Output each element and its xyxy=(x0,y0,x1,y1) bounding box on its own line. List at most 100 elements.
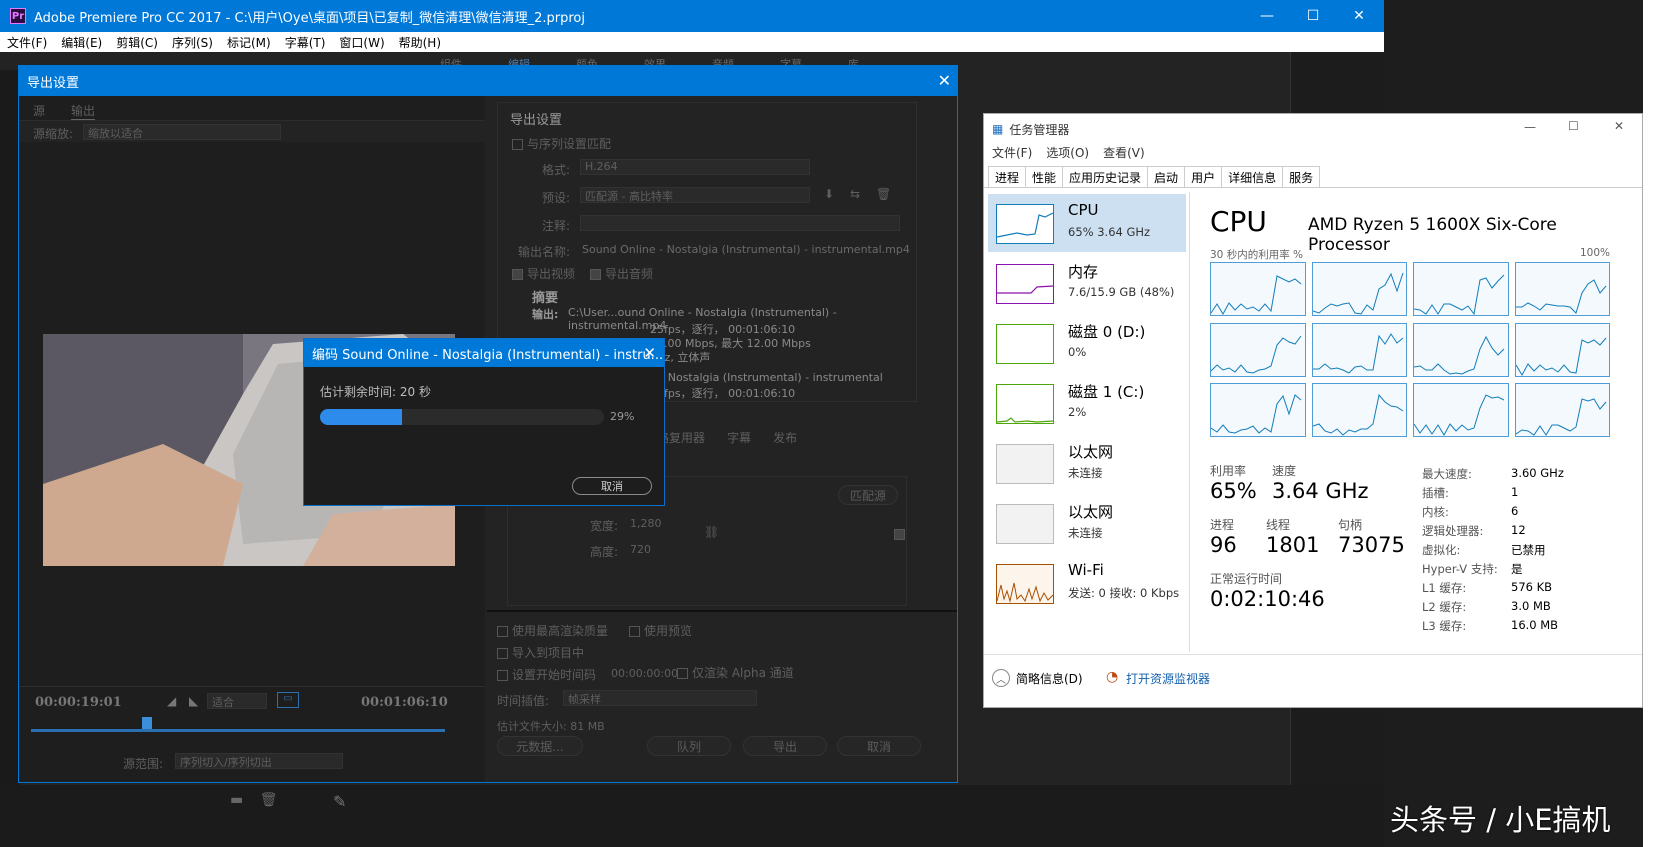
export-video-checkbox[interactable]: 导出视频 xyxy=(512,265,575,282)
menu-file[interactable]: 文件(F) xyxy=(0,34,54,51)
resource-sub: 未连接 xyxy=(1068,466,1103,480)
pen-tool-icon[interactable]: ✎ xyxy=(333,792,346,811)
aspect-correction-icon[interactable]: ▭ xyxy=(277,692,299,708)
current-timecode[interactable]: 00:00:19:01 xyxy=(35,695,122,710)
menu-marker[interactable]: 标记(M) xyxy=(220,34,278,51)
resource-name: CPU xyxy=(1068,201,1099,219)
cancel-button[interactable]: 取消 xyxy=(837,736,921,756)
queue-button[interactable]: 队列 xyxy=(647,736,731,756)
dimensions-checkbox[interactable] xyxy=(894,529,905,540)
core-graph xyxy=(1514,383,1610,438)
save-preset-icon[interactable]: ⬇ xyxy=(824,187,834,201)
tab-publish[interactable]: 发布 xyxy=(773,429,797,446)
processes-label: 进程 xyxy=(1210,518,1235,532)
encoding-progress-dialog: 编码 Sound Online - Nostalgia (Instrumenta… xyxy=(303,338,665,506)
playhead-handle[interactable] xyxy=(141,717,152,729)
source-range-select[interactable]: 序列切入/序列切出 xyxy=(175,753,343,769)
tab-performance[interactable]: 性能 xyxy=(1025,166,1064,187)
scale-row: 源缩放: 缩放以适合 xyxy=(19,120,485,142)
resource-wifi[interactable]: Wi-Fi 发送: 0 接收: 0 Kbps xyxy=(988,554,1186,612)
background-window-edge xyxy=(1643,0,1666,847)
chevron-up-icon[interactable]: ︿ xyxy=(992,669,1010,687)
resource-memory[interactable]: 内存 7.6/15.9 GB (48%) xyxy=(988,254,1186,312)
resource-ethernet[interactable]: 以太网 未连接 xyxy=(988,434,1186,492)
timeline-scrubber[interactable] xyxy=(31,729,445,732)
tab-processes[interactable]: 进程 xyxy=(988,166,1027,187)
trash-icon[interactable]: 🗑 xyxy=(260,792,278,808)
spec-key: Hyper-V 支持: xyxy=(1422,562,1498,576)
menu-help[interactable]: 帮助(H) xyxy=(392,34,448,51)
menu-sequence[interactable]: 序列(S) xyxy=(165,34,220,51)
link-dimensions-icon[interactable]: ⛓ xyxy=(704,525,719,539)
mark-in-icon[interactable]: ◢ xyxy=(167,694,176,708)
render-alpha-only-checkbox[interactable]: 仅渲染 Alpha 通道 xyxy=(677,664,794,681)
source-scale-select[interactable]: 缩放以适合 xyxy=(83,124,281,140)
mark-out-icon[interactable]: ◣ xyxy=(189,694,198,708)
menu-window[interactable]: 窗口(W) xyxy=(332,34,391,51)
maximize-icon[interactable]: ☐ xyxy=(1568,119,1579,133)
core-graph xyxy=(1210,322,1306,377)
preset-select[interactable]: 匹配源 - 高比特率 xyxy=(580,187,810,203)
import-preset-icon[interactable]: ⇆ xyxy=(850,187,860,201)
output-name-link[interactable]: Sound Online - Nostalgia (Instrumental) … xyxy=(582,243,910,256)
tab-captions[interactable]: 字幕 xyxy=(727,429,751,446)
resource-disk-0[interactable]: 磁盘 0 (D:) 0% xyxy=(988,314,1186,372)
maximize-icon[interactable]: ☐ xyxy=(1290,0,1336,32)
encoding-cancel-button[interactable]: 取消 xyxy=(572,477,652,495)
match-sequence-checkbox[interactable]: 与序列设置匹配 xyxy=(512,135,611,152)
menu-view[interactable]: 查看(V) xyxy=(1103,144,1145,164)
close-icon[interactable]: ✕ xyxy=(1336,0,1382,32)
spec-value: 576 KB xyxy=(1511,580,1553,594)
resource-name: 磁盘 0 (D:) xyxy=(1068,323,1146,341)
resource-ethernet[interactable]: 以太网 未连接 xyxy=(988,494,1186,552)
resource-sub: 2% xyxy=(1068,405,1087,419)
menu-clip[interactable]: 剪辑(C) xyxy=(109,34,165,51)
minimize-icon[interactable]: — xyxy=(1524,120,1536,134)
tab-services[interactable]: 服务 xyxy=(1282,166,1321,187)
open-resource-monitor-link[interactable]: 打开资源监视器 xyxy=(1126,670,1210,687)
tab-app-history[interactable]: 应用历史记录 xyxy=(1062,166,1149,187)
export-audio-checkbox[interactable]: 导出音频 xyxy=(590,265,653,282)
fewer-details-link[interactable]: 简略信息(D) xyxy=(1016,670,1083,687)
time-interpolation-label: 时间插值: xyxy=(497,694,550,708)
uptime-stat: 正常运行时间 0:02:10:46 xyxy=(1210,570,1325,611)
match-source-button[interactable]: 匹配源 xyxy=(838,485,898,505)
max-render-quality-checkbox[interactable]: 使用最高渲染质量 xyxy=(497,622,608,639)
format-select[interactable]: H.264 xyxy=(580,159,810,175)
tab-startup[interactable]: 启动 xyxy=(1147,166,1186,187)
delete-preset-icon[interactable]: 🗑 xyxy=(876,187,891,201)
fit-select[interactable]: 适合 xyxy=(207,693,267,709)
export-button[interactable]: 导出 xyxy=(743,736,827,756)
time-interpolation-select[interactable]: 帧采样 xyxy=(563,690,757,706)
start-timecode-value[interactable]: 00:00:00:00 xyxy=(611,667,678,680)
menu-file[interactable]: 文件(F) xyxy=(992,144,1032,164)
tab-details[interactable]: 详细信息 xyxy=(1221,166,1284,187)
resource-disk-1[interactable]: 磁盘 1 (C:) 2% xyxy=(988,374,1186,432)
width-value[interactable]: 1,280 xyxy=(630,517,662,530)
disk-thumbnail-graph xyxy=(996,324,1054,364)
use-previews-checkbox[interactable]: 使用预览 xyxy=(629,622,692,639)
comment-field[interactable] xyxy=(580,215,900,231)
menu-edit[interactable]: 编辑(E) xyxy=(54,34,109,51)
tab-output[interactable]: 输出 xyxy=(71,102,96,120)
tab-users[interactable]: 用户 xyxy=(1184,166,1223,187)
ethernet-thumbnail-graph xyxy=(996,444,1054,484)
height-value[interactable]: 720 xyxy=(630,543,651,556)
metadata-button[interactable]: 元数据... xyxy=(497,736,583,756)
close-icon[interactable]: ✕ xyxy=(938,71,951,90)
minimize-icon[interactable]: — xyxy=(1244,0,1290,32)
set-start-timecode-checkbox[interactable]: 设置开始时间码 xyxy=(497,666,596,683)
task-manager-window: ▦ 任务管理器 — ☐ ✕ 文件(F) 选项(O) 查看(V) 进程 性能 应用… xyxy=(983,113,1643,708)
list-view-icon[interactable]: ▬ xyxy=(230,792,243,808)
menu-title[interactable]: 字幕(T) xyxy=(278,34,333,51)
spec-row: 插槽: 1 xyxy=(1422,485,1632,503)
close-icon[interactable]: ✕ xyxy=(643,344,656,362)
tab-source[interactable]: 源 xyxy=(33,102,45,120)
import-into-project-checkbox[interactable]: 导入到项目中 xyxy=(497,644,584,661)
spec-value: 12 xyxy=(1511,523,1526,537)
menu-options[interactable]: 选项(O) xyxy=(1046,144,1089,164)
handles-stat: 句柄 73075 xyxy=(1338,516,1405,557)
resource-cpu[interactable]: CPU 65% 3.64 GHz xyxy=(988,194,1186,252)
spec-value: 6 xyxy=(1511,504,1519,518)
close-icon[interactable]: ✕ xyxy=(1614,119,1624,133)
